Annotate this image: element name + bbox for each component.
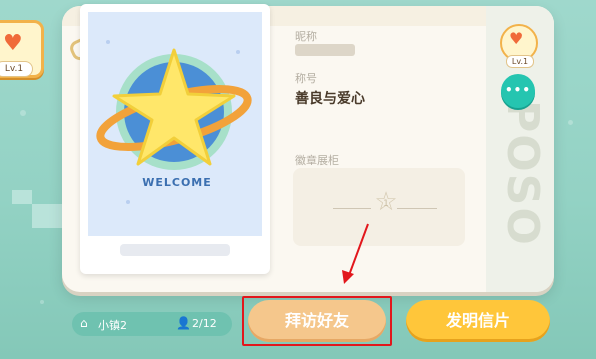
divider — [333, 208, 371, 209]
welcome-text: WELCOME — [142, 176, 212, 189]
profile-photo[interactable]: WELCOME — [88, 12, 262, 236]
heart-icon: ♥ — [3, 31, 23, 56]
blurred-area — [12, 190, 32, 204]
badge-count: 1 — [383, 199, 389, 209]
nickname-value — [295, 44, 355, 56]
divider — [397, 208, 437, 209]
stars-decoration — [106, 40, 110, 44]
send-postcard-button[interactable]: 发明信片 — [406, 300, 550, 342]
population-count: 2/12 — [192, 317, 217, 330]
card-side-decoration: POSO — [497, 100, 548, 247]
town-info: ⌂ 小镇2 👤 2/12 — [72, 312, 232, 336]
bg-sparkle — [20, 110, 26, 116]
badge-cabinet-label: 徽章展柜 — [295, 154, 339, 167]
bg-sparkle — [40, 300, 44, 304]
photo-caption — [120, 244, 230, 256]
avatar-level-tag: Lv.1 — [0, 61, 33, 77]
title-value: 善良与爱心 — [295, 91, 365, 107]
town-name: 小镇2 — [98, 319, 127, 332]
side-level-tag: Lv.1 — [506, 55, 534, 68]
house-icon: ⌂ — [80, 316, 88, 330]
person-icon: 👤 — [176, 316, 191, 330]
side-avatar[interactable]: ♥ Lv.1 — [500, 24, 538, 68]
nickname-label: 昵称 — [295, 30, 317, 43]
highlight-box — [242, 296, 392, 346]
stars-decoration — [126, 200, 130, 204]
title-label: 称号 — [295, 72, 317, 85]
more-icon: ••• — [504, 83, 531, 97]
stars-decoration — [236, 50, 240, 54]
bg-sparkle — [568, 120, 573, 125]
player-avatar[interactable]: ♥ Lv.1 — [0, 20, 44, 78]
more-options-button[interactable]: ••• — [501, 74, 535, 108]
heart-icon: ♥ — [509, 29, 524, 48]
